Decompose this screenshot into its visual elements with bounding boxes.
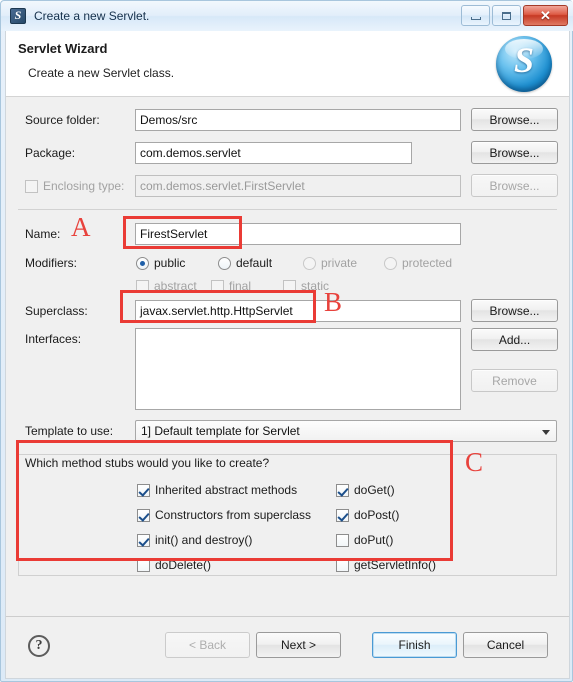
name-label: Name: [25,227,61,241]
enclosing-type-input: com.demos.servlet.FirstServlet [135,175,461,197]
superclass-label: Superclass: [25,304,88,318]
annotation-letter-c: C [465,447,484,477]
wizard-banner: Servlet Wizard Create a new Servlet clas… [6,31,569,97]
template-label: Template to use: [25,424,114,438]
checkbox-doget-icon[interactable] [336,483,349,497]
close-icon: ✕ [540,8,551,23]
stub-dopost[interactable]: doPost() [336,507,399,523]
template-value: 1] Default template for Servlet [141,424,300,438]
close-button[interactable]: ✕ [523,5,568,26]
modifier-radio-protected: protected [384,255,452,271]
modifier-private-label: private [321,256,358,270]
superclass-input[interactable]: javax.servlet.http.HttpServlet [135,300,461,322]
modifier-abstract-label: abstract [154,279,197,293]
stub-label-getservletinfo: getServletInfo() [354,558,437,572]
stub-getservletinfo[interactable]: getServletInfo() [336,557,436,573]
interfaces-listbox[interactable] [135,328,461,410]
modifier-final-label: final [229,279,252,293]
checkbox-dodelete-icon[interactable] [137,558,150,572]
enclosing-type-checkbox-row[interactable]: Enclosing type: [25,178,124,194]
stub-inherited-abstract-methods[interactable]: Inherited abstract methods [137,482,297,498]
page-title: Servlet Wizard [18,41,108,56]
modifier-check-static: static [283,278,329,294]
stub-dodelete[interactable]: doDelete() [137,557,211,573]
radio-protected-icon [384,256,397,270]
stub-label-doget: doGet() [354,483,395,497]
modifier-default-label: default [236,256,273,270]
stub-label-doput: doPut() [354,533,394,547]
enclosing-type-browse-button: Browse... [471,174,558,197]
page-subtitle: Create a new Servlet class. [28,66,175,80]
form-divider [18,209,557,210]
dialog-button-bar: ? < Back Next > Finish Cancel [6,616,569,678]
minimize-button[interactable] [461,5,490,26]
servlet-icon [10,8,26,24]
checkbox-static-icon [283,279,296,293]
finish-button[interactable]: Finish [372,632,457,658]
stub-doget[interactable]: doGet() [336,482,395,498]
stub-label-inherited: Inherited abstract methods [155,483,298,497]
stub-init-and-destroy[interactable]: init() and destroy() [137,532,252,548]
interfaces-remove-button: Remove [471,369,558,392]
interfaces-label: Interfaces: [25,332,82,346]
method-stubs-title: Which method stubs would you like to cre… [25,456,270,470]
checkbox-getservletinfo-icon[interactable] [336,558,349,572]
checkbox-abstract-icon [136,279,149,293]
superclass-browse-button[interactable]: Browse... [471,299,558,322]
dialog-window: Create a new Servlet. ✕ Servlet Wizard C… [0,0,573,682]
modifier-check-final: final [211,278,251,294]
source-folder-input[interactable]: Demos/src [135,109,461,131]
window-title: Create a new Servlet. [34,9,150,23]
cancel-button[interactable]: Cancel [463,632,548,658]
checkbox-final-icon [211,279,224,293]
checkbox-dopost-icon[interactable] [336,508,349,522]
checkbox-inherited-abstract-icon[interactable] [137,483,150,497]
package-browse-button[interactable]: Browse... [471,141,558,164]
modifier-radio-public[interactable]: public [136,255,185,271]
stub-label-constructors: Constructors from superclass [155,508,312,522]
name-input[interactable]: FirestServlet [135,223,461,245]
stub-doput[interactable]: doPut() [336,532,393,548]
template-combobox[interactable]: 1] Default template for Servlet [135,420,557,442]
stub-label-dodelete: doDelete() [155,558,212,572]
checkbox-doput-icon[interactable] [336,533,349,547]
stub-constructors-from-superclass[interactable]: Constructors from superclass [137,507,311,523]
package-input[interactable]: com.demos.servlet [135,142,412,164]
logo-letter: S [513,40,535,80]
next-button[interactable]: Next > [256,632,341,658]
interfaces-add-button[interactable]: Add... [471,328,558,351]
source-folder-browse-button[interactable]: Browse... [471,108,558,131]
window-controls: ✕ [461,5,568,26]
chevron-down-icon[interactable] [542,430,550,435]
source-folder-label: Source folder: [25,113,100,127]
radio-private-icon [303,256,316,270]
maximize-button[interactable] [492,5,521,26]
radio-default-icon[interactable] [218,256,231,270]
checkbox-init-destroy-icon[interactable] [137,533,150,547]
enclosing-type-label: Enclosing type: [43,179,125,193]
modifier-check-abstract: abstract [136,278,197,294]
annotation-letter-a: A [71,212,91,242]
annotation-letter-b: B [324,287,343,317]
modifiers-label: Modifiers: [25,256,78,270]
package-label: Package: [25,146,76,160]
form-body: Source folder: Demos/src Browse... Packa… [6,97,569,617]
servlet-logo-icon: S [496,36,552,92]
stub-label-init-destroy: init() and destroy() [155,533,253,547]
radio-public-icon[interactable] [136,256,149,270]
modifier-radio-default[interactable]: default [218,255,272,271]
stub-label-dopost: doPost() [354,508,400,522]
back-button: < Back [165,632,250,658]
enclosing-type-checkbox[interactable] [25,179,38,193]
modifier-radio-private: private [303,255,357,271]
modifier-protected-label: protected [402,256,453,270]
dialog-client: Servlet Wizard Create a new Servlet clas… [5,31,570,679]
help-icon[interactable]: ? [28,635,50,657]
title-bar: Create a new Servlet. ✕ [1,1,573,31]
modifier-public-label: public [154,256,186,270]
minimize-icon [470,16,481,20]
checkbox-constructors-icon[interactable] [137,508,150,522]
maximize-icon [502,11,511,20]
